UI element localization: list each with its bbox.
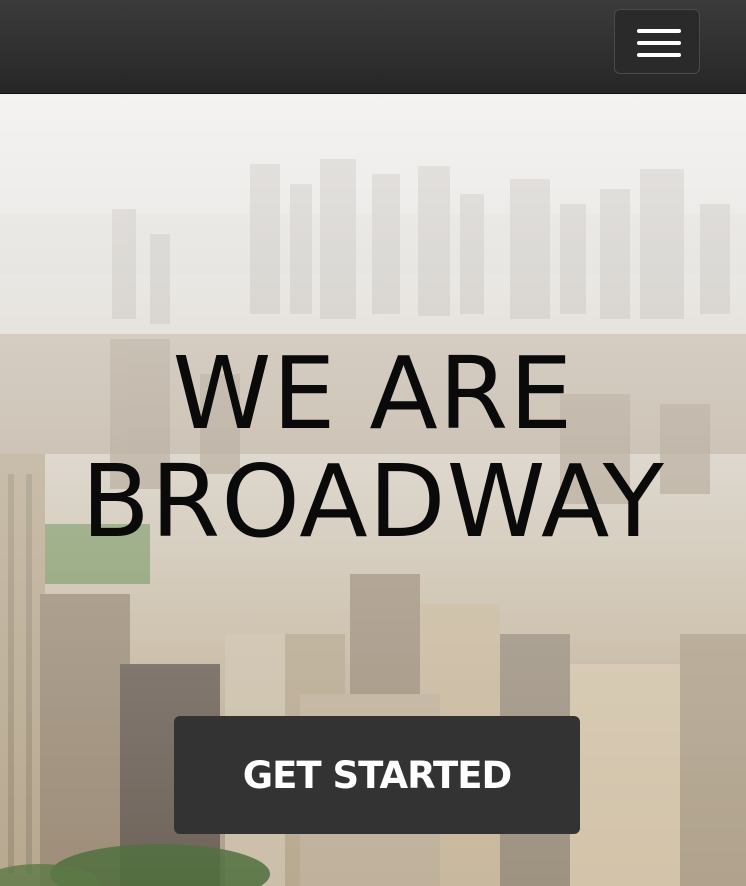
navbar xyxy=(0,0,746,94)
hero-title-line-1: WE ARE xyxy=(172,335,574,452)
get-started-button[interactable]: GET STARTED xyxy=(174,716,580,834)
menu-toggle-button[interactable] xyxy=(614,9,700,74)
hero-title-line-2: BROADWAY xyxy=(81,443,665,560)
hamburger-icon-bar xyxy=(637,41,681,45)
hamburger-icon xyxy=(637,29,681,33)
hamburger-icon-bar xyxy=(637,53,681,57)
page: WE ARE BROADWAY GET STARTED xyxy=(0,0,746,886)
hero-title: WE ARE BROADWAY xyxy=(0,340,746,556)
hero-section: WE ARE BROADWAY GET STARTED xyxy=(0,94,746,886)
